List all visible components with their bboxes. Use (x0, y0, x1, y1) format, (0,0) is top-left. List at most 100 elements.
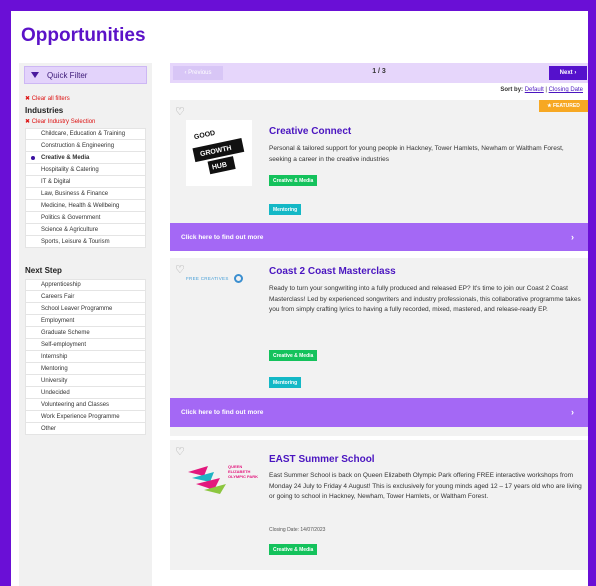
card-title[interactable]: Coast 2 Coast Masterclass (269, 266, 396, 277)
tag-creative-media[interactable]: Creative & Media (269, 175, 318, 186)
industry-option-selected[interactable]: Creative & Media (25, 152, 146, 164)
next-step-label: Apprenticeship (41, 282, 81, 288)
heart-icon[interactable]: ♡ (175, 445, 185, 458)
chevron-right-icon: › (571, 407, 574, 417)
industry-option[interactable]: IT & Digital (25, 176, 146, 188)
opportunity-card: ♡ QUEEN ELIZABETH OLYMPIC PARK EAST Summ… (170, 440, 588, 570)
sort-label: Sort by: (500, 87, 524, 93)
industry-option[interactable]: Politics & Government (25, 212, 146, 224)
sort-separator: | (545, 87, 547, 93)
find-out-more-button[interactable]: Click here to find out more › (170, 223, 588, 251)
radio-dot-icon (31, 180, 35, 184)
next-step-label: University (41, 377, 68, 384)
good-growth-hub-logo: GOOD GROWTH HUB (186, 120, 252, 186)
radio-dot-icon (31, 204, 35, 208)
next-page-button[interactable]: Next › (549, 66, 587, 80)
next-step-option[interactable]: Careers Fair (25, 291, 146, 303)
heart-icon[interactable]: ♡ (175, 105, 185, 118)
next-step-heading: Next Step (25, 266, 62, 275)
filter-sidebar: Quick Filter ✖ Clear all filters Industr… (19, 63, 152, 586)
logo-text: FREE CREATIVES (186, 275, 229, 281)
sort-default-link[interactable]: Default (525, 87, 544, 93)
opportunity-card: ♡ ★ FEATURED GOOD GROWTH HUB Creative Co… (170, 100, 588, 251)
filter-icon (31, 72, 39, 78)
next-step-option[interactable]: Undecided (25, 387, 146, 399)
industry-option[interactable]: Science & Agriculture (25, 224, 146, 236)
radio-dot-icon (31, 379, 35, 383)
closing-date: Closing Date: 14/07/2023 (269, 527, 326, 533)
radio-dot-icon (31, 403, 35, 407)
next-step-label: Internship (41, 353, 68, 360)
industry-label: Hospitality & Catering (41, 166, 99, 173)
next-step-option[interactable]: Mentoring (25, 363, 146, 375)
next-step-label: Work Experience Programme (41, 413, 120, 420)
industries-heading: Industries (25, 106, 64, 115)
industry-label: Creative & Media (41, 154, 90, 161)
page-title: Opportunities (21, 25, 146, 46)
tag-mentoring[interactable]: Mentoring (269, 377, 302, 388)
next-step-option[interactable]: School Leaver Programme (25, 303, 146, 315)
page-count: 1 / 3 (372, 68, 386, 75)
opportunity-card: ♡ FREE CREATIVES Coast 2 Coast Mastercla… (170, 258, 588, 436)
card-title[interactable]: EAST Summer School (269, 454, 375, 465)
cta-label: Click here to find out more (181, 409, 264, 416)
industry-option[interactable]: Childcare, Education & Training (25, 128, 146, 140)
radio-dot-icon (31, 319, 35, 323)
tag-creative-media[interactable]: Creative & Media (269, 544, 318, 555)
radio-dot-icon (31, 307, 35, 311)
heart-icon[interactable]: ♡ (175, 263, 185, 276)
next-step-label: Employment (41, 317, 75, 324)
radio-dot-icon (31, 132, 35, 136)
clear-industry-selection-link[interactable]: ✖ Clear Industry Selection (25, 118, 152, 125)
industry-option[interactable]: Law, Business & Finance (25, 188, 146, 200)
industry-option[interactable]: Hospitality & Catering (25, 164, 146, 176)
radio-dot-icon (31, 427, 35, 431)
next-step-option[interactable]: Work Experience Programme (25, 411, 146, 423)
wave-icon (233, 273, 243, 283)
next-step-option[interactable]: Volunteering and Classes (25, 399, 146, 411)
next-step-option[interactable]: Graduate Scheme (25, 327, 146, 339)
results-panel: ‹ Previous 1 / 3 Next › Sort by: Default… (170, 63, 588, 570)
next-step-label: Self-employment (41, 341, 87, 348)
industry-label: Science & Agriculture (41, 226, 99, 233)
radio-dot-icon (31, 216, 35, 220)
radio-dot-icon (31, 295, 35, 299)
next-step-option[interactable]: University (25, 375, 146, 387)
industry-label: IT & Digital (41, 178, 71, 185)
next-step-label: Volunteering and Classes (41, 401, 110, 408)
chevron-right-icon: › (571, 232, 574, 242)
featured-badge: ★ FEATURED (539, 100, 588, 112)
next-step-option[interactable]: Internship (25, 351, 146, 363)
industry-label: Construction & Engineering (41, 142, 115, 149)
industry-option[interactable]: Sports, Leisure & Tourism (25, 236, 146, 248)
clear-all-filters-link[interactable]: ✖ Clear all filters (25, 95, 152, 102)
industry-label: Law, Business & Finance (41, 190, 109, 197)
tag-creative-media[interactable]: Creative & Media (269, 350, 318, 361)
radio-dot-icon (31, 355, 35, 359)
quick-filter-button[interactable]: Quick Filter (24, 66, 147, 84)
industry-list: Childcare, Education & Training Construc… (19, 128, 152, 248)
logo-text: QUEEN ELIZABETH OLYMPIC PARK (228, 464, 258, 479)
next-step-option[interactable]: Self-employment (25, 339, 146, 351)
industry-option[interactable]: Construction & Engineering (25, 140, 146, 152)
card-title[interactable]: Creative Connect (269, 126, 351, 137)
industry-label: Politics & Government (41, 214, 101, 221)
find-out-more-button[interactable]: Click here to find out more › (170, 398, 588, 427)
next-step-label: Graduate Scheme (41, 329, 90, 336)
sort-closing-date-link[interactable]: Closing Date (549, 87, 583, 93)
tag-mentoring[interactable]: Mentoring (269, 204, 302, 215)
radio-dot-icon (31, 155, 35, 160)
card-description: Ready to turn your songwriting into a fu… (269, 285, 581, 313)
next-step-list: Apprenticeship Careers Fair School Leave… (19, 279, 152, 435)
next-step-option[interactable]: Other (25, 423, 146, 435)
next-step-option[interactable]: Apprenticeship (25, 279, 146, 291)
card-description: East Summer School is back on Queen Eliz… (269, 472, 582, 500)
next-step-label: School Leaver Programme (41, 305, 113, 312)
industry-label: Medicine, Health & Wellbeing (41, 202, 120, 209)
radio-dot-icon (31, 367, 35, 371)
radio-dot-icon (31, 228, 35, 232)
next-step-option[interactable]: Employment (25, 315, 146, 327)
card-description: Personal & tailored support for young pe… (269, 145, 564, 163)
industry-option[interactable]: Medicine, Health & Wellbeing (25, 200, 146, 212)
industry-label: Sports, Leisure & Tourism (41, 238, 110, 245)
